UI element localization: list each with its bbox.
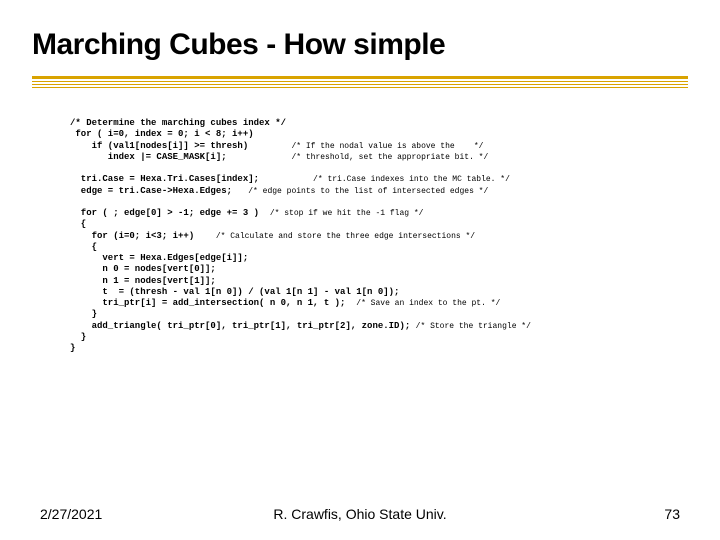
code-line: { bbox=[70, 242, 97, 252]
code-line: for (i=0; i<3; i++) bbox=[70, 231, 194, 241]
code-line: for ( ; edge[0] > -1; edge += 3 ) bbox=[70, 208, 259, 218]
code-line: vert = Hexa.Edges[edge[i]]; bbox=[70, 253, 248, 263]
footer-page-number: 73 bbox=[664, 506, 680, 522]
code-line: n 0 = nodes[vert[0]]; bbox=[70, 264, 216, 274]
code-comment: /* tri.Case indexes into the MC table. *… bbox=[313, 175, 510, 184]
code-comment: /* edge points to the list of intersecte… bbox=[248, 187, 488, 196]
footer-author: R. Crawfis, Ohio State Univ. bbox=[0, 506, 720, 522]
code-comment: /* Calculate and store the three edge in… bbox=[216, 232, 475, 241]
code-line: tri.Case = Hexa.Tri.Cases[index]; bbox=[70, 174, 259, 184]
code-line: if (val1[nodes[i]] >= thresh) bbox=[70, 141, 248, 151]
code-comment: /* Save an index to the pt. */ bbox=[356, 299, 500, 308]
code-line: edge = tri.Case->Hexa.Edges; bbox=[70, 186, 232, 196]
code-line: } bbox=[70, 343, 75, 353]
code-line: } bbox=[70, 309, 97, 319]
code-line: tri_ptr[i] = add_intersection( n 0, n 1,… bbox=[70, 298, 345, 308]
code-line: } bbox=[70, 332, 86, 342]
code-comment: /* stop if we hit the -1 flag */ bbox=[270, 209, 424, 218]
slide-title: Marching Cubes - How simple bbox=[32, 28, 688, 62]
code-line: add_triangle( tri_ptr[0], tri_ptr[1], tr… bbox=[70, 321, 410, 331]
code-comment: /* threshold, set the appropriate bit. *… bbox=[291, 153, 488, 162]
code-comment: /* If the nodal value is above the */ bbox=[291, 142, 483, 151]
code-line: for ( i=0, index = 0; i < 8; i++) bbox=[70, 129, 254, 139]
code-comment: /* Store the triangle */ bbox=[416, 322, 531, 331]
code-line: { bbox=[70, 219, 86, 229]
code-line: t = (thresh - val 1[n 0]) / (val 1[n 1] … bbox=[70, 287, 399, 297]
code-block: /* Determine the marching cubes index */… bbox=[70, 118, 690, 354]
code-line: /* Determine the marching cubes index */ bbox=[70, 118, 286, 128]
code-line: n 1 = nodes[vert[1]]; bbox=[70, 276, 216, 286]
title-underline bbox=[32, 76, 688, 90]
code-line: index |= CASE_MASK[i]; bbox=[70, 152, 227, 162]
